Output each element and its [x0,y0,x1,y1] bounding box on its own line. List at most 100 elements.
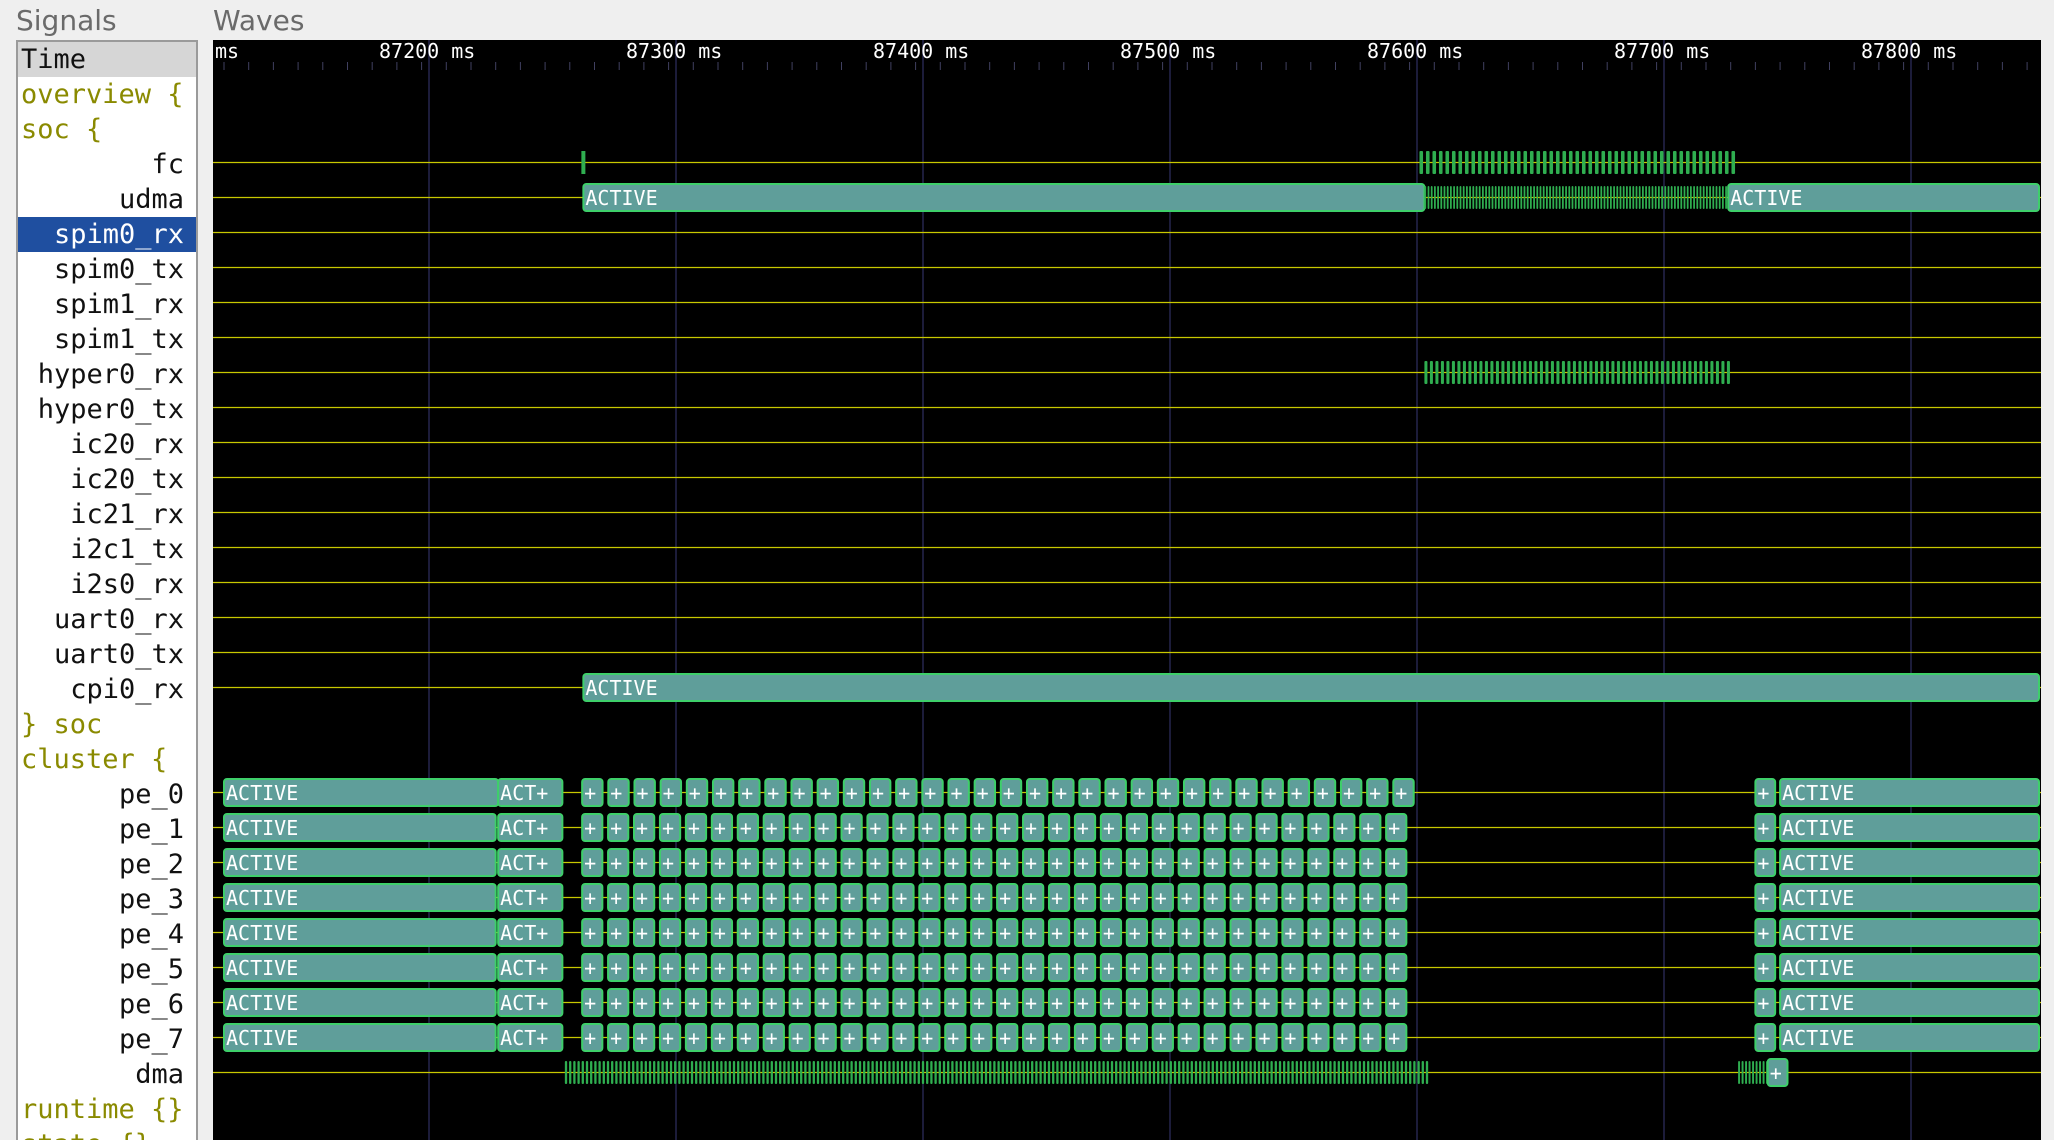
pe_0-plus-block-label: + [1134,781,1146,805]
pe_3-plus-block-label: + [1103,886,1115,910]
dma-burst [686,1061,689,1084]
signal-row-state[interactable]: state {} [18,1127,196,1140]
hyper0-rx-burst [1611,361,1615,384]
pe_3-plus-block-label: + [688,886,700,910]
ruler-tick-label: 87200 ms [379,40,475,63]
pe_3-active-start-label: ACTIVE [226,886,298,910]
signal-row-runtime[interactable]: runtime {} [18,1092,196,1127]
pe_0-plus-block-label: + [1317,781,1329,805]
pe_0-plus-block-label: + [767,781,779,805]
pe_3-plus-block-label: + [1207,886,1219,910]
signal-row-pe_4[interactable]: pe_4 [18,917,196,952]
signal-row-uart0_rx[interactable]: uart0_rx [18,602,196,637]
pe_3-plus-block-label: + [947,886,959,910]
signal-row-ic21_rx[interactable]: ic21_rx [18,497,196,532]
pe_0-plus-block-label: + [872,781,884,805]
pe_0-plus-block-label: + [1160,781,1172,805]
pe_4-plus-block-label: + [999,921,1011,945]
dma-burst [1337,1061,1340,1084]
udma-busy [1638,186,1641,209]
signal-row-fc[interactable]: fc [18,147,196,182]
pe_5-plus-block-label: + [1233,956,1245,980]
dma-burst [674,1061,677,1084]
pe_1-plus-block-label: + [1362,816,1374,840]
pe_6-active-end-label: ACTIVE [1782,991,1854,1015]
pe_5-plus-block-label: + [1258,956,1270,980]
signal-row-pe_6[interactable]: pe_6 [18,987,196,1022]
signal-row-soc[interactable]: soc { [18,112,196,147]
dma-burst [1253,1061,1256,1084]
signal-row-soc[interactable]: } soc [18,707,196,742]
waveform-view[interactable]: ms 87200 ms 87300 ms 87400 ms 87500 ms 87600 … [213,40,2041,1140]
dma-burst [1404,1061,1408,1084]
signal-row-hyper0_rx[interactable]: hyper0_rx [18,357,196,392]
pe_0-plus-block-label: + [846,781,858,805]
signal-row-dma[interactable]: dma [18,1057,196,1092]
pe_7-plus-block-label: + [843,1026,855,1050]
udma-busy [1619,186,1622,209]
dma-burst [653,1061,656,1084]
signal-row-pe_3[interactable]: pe_3 [18,882,196,917]
dma-burst [644,1061,647,1084]
signal-row-spim0_tx[interactable]: spim0_tx [18,252,196,287]
signal-row-udma[interactable]: udma [18,182,196,217]
signal-row-pe_7[interactable]: pe_7 [18,1022,196,1057]
dma-burst [1010,1061,1013,1084]
fc-burst [1445,151,1450,174]
pe_6-plus-block-label: + [688,991,700,1015]
pe_5-plus-block-label: + [1025,956,1037,980]
signal-row-cpi0_rx[interactable]: cpi0_rx [18,672,196,707]
dma-burst [1043,1061,1046,1084]
pe_1-plus-block-label: + [714,816,726,840]
signal-row-spim1_tx[interactable]: spim1_tx [18,322,196,357]
signal-row-spim1_rx[interactable]: spim1_rx [18,287,196,322]
signal-row-cluster[interactable]: cluster { [18,742,196,777]
pe_3-plus-block-label: + [1025,886,1037,910]
udma-busy [1677,186,1679,209]
udma-busy [1706,186,1708,209]
pe_4-plus-block-label: + [843,921,855,945]
signal-row-hyper0_tx[interactable]: hyper0_tx [18,392,196,427]
udma-busy [1498,186,1500,209]
pe_1-plus-block-label: + [636,816,648,840]
dma-burst [938,1061,941,1084]
signal-row-pe_1[interactable]: pe_1 [18,812,196,847]
dma-burst [1005,1061,1009,1084]
fc-burst [1464,151,1469,174]
pe_5-plus-block-label: + [1362,956,1374,980]
signal-row-pe_2[interactable]: pe_2 [18,847,196,882]
pe_0-plus-block-label: + [1212,781,1224,805]
signal-row-pe_0[interactable]: pe_0 [18,777,196,812]
pe_0-plus-block-label: + [1029,781,1041,805]
signals-list[interactable]: Time overview {soc {fc udma spim0_rx spim0_t… [16,40,198,1140]
dma-burst [720,1061,723,1084]
signal-row-spim0_rx[interactable]: spim0_rx [18,217,196,252]
udma-busy [1462,186,1465,209]
pe_0-plus-block-label: + [1369,781,1381,805]
signal-row-pe_5[interactable]: pe_5 [18,952,196,987]
udma-busy [1558,186,1561,209]
waveform-canvas[interactable]: ms 87200 ms 87300 ms 87400 ms 87500 ms 87600 … [213,40,2041,1140]
pe_7-plus-block-label: + [1310,1026,1322,1050]
fc-burst [1484,151,1489,174]
signal-row-overview[interactable]: overview { [18,77,196,112]
signal-row-i2s0_rx[interactable]: i2s0_rx [18,567,196,602]
dma-burst [951,1061,954,1084]
fc-burst [1653,151,1658,174]
ruler-tick-label: 87400 ms [873,40,969,63]
dma-burst [955,1061,958,1084]
pe_6-plus-block-label: + [843,991,855,1015]
signal-row-ic20_tx[interactable]: ic20_tx [18,462,196,497]
signal-row-time[interactable]: Time [18,42,196,77]
pe_6-plus-block-label: + [1362,991,1374,1015]
udma-busy [1642,186,1644,209]
signal-row-ic20_rx[interactable]: ic20_rx [18,427,196,462]
pe_2-plus-block-label: + [921,851,933,875]
hyper0-rx-burst [1627,361,1631,384]
signal-row-i2c1_tx[interactable]: i2c1_tx [18,532,196,567]
dma-burst [905,1061,908,1084]
signal-row-uart0_tx[interactable]: uart0_tx [18,637,196,672]
dma-burst [1341,1061,1345,1084]
pe_4-plus-block-label: + [1388,921,1400,945]
hyper0-rx-burst [1534,361,1538,384]
